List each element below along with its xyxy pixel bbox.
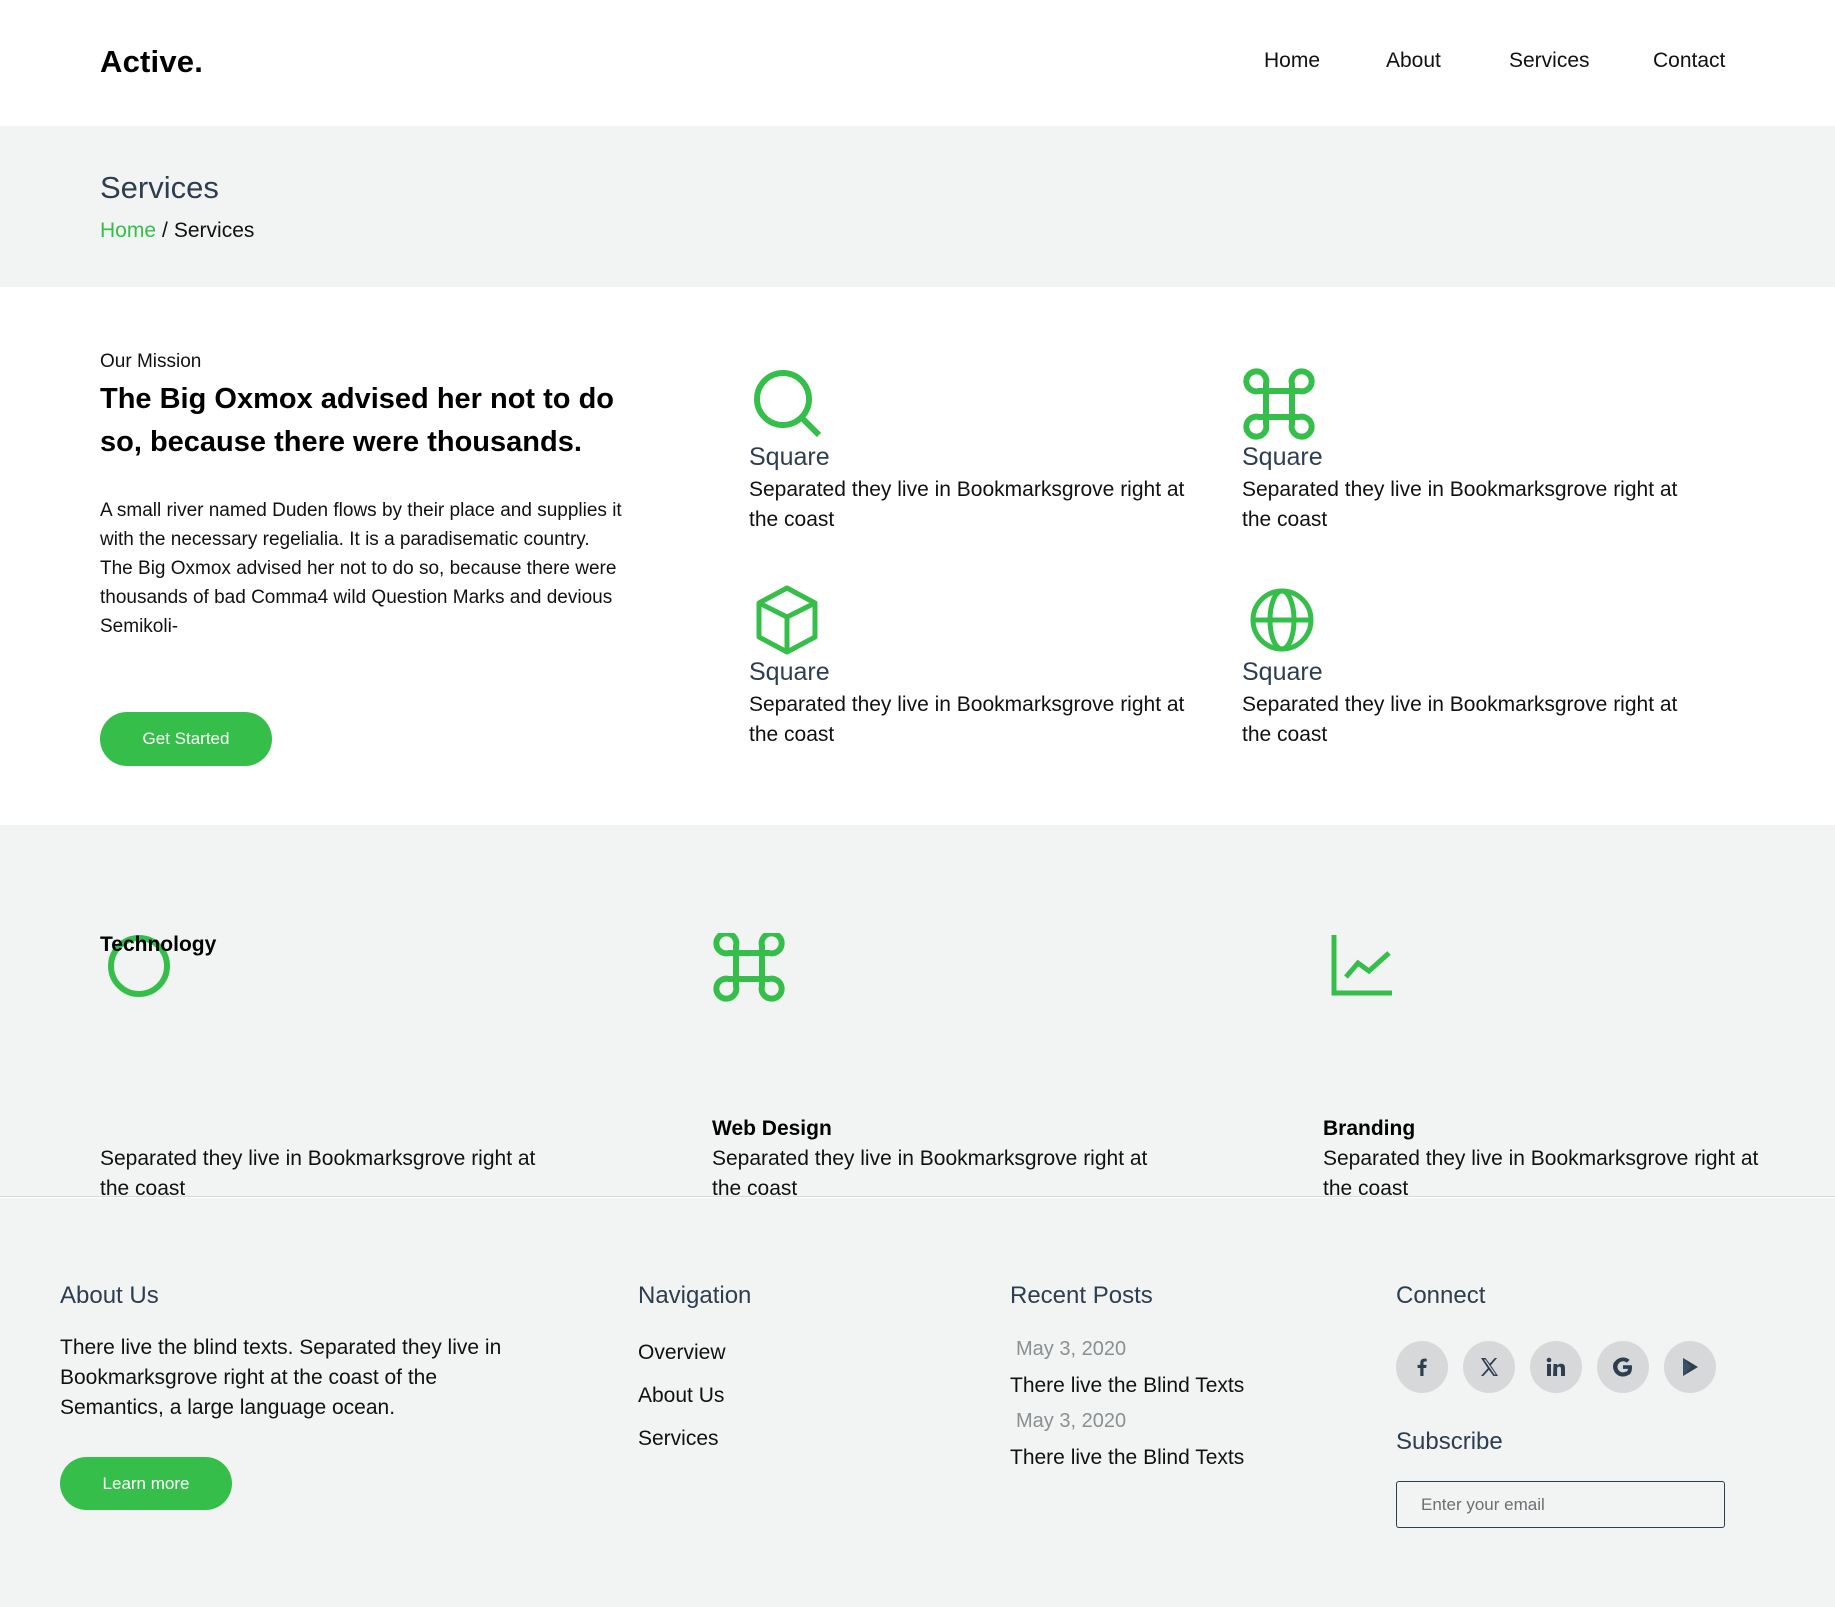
get-started-button[interactable]: Get Started: [100, 712, 272, 766]
nav-about[interactable]: About: [1386, 49, 1441, 73]
post-date: May 3, 2020: [1016, 1410, 1127, 1432]
feature-text: Separated they live in Bookmarksgrove ri…: [1242, 478, 1678, 531]
globe-icon: [1250, 588, 1314, 652]
mission-body: A small river named Duden flows by their…: [100, 496, 645, 641]
service-text: Separated they live in Bookmarksgrove ri…: [100, 1147, 536, 1200]
social-links: [1396, 1341, 1736, 1393]
mission-paragraph-2: The Big Oxmox advised her not to do so, …: [100, 558, 617, 637]
page-title: Services: [100, 170, 219, 205]
service-title: Branding: [1323, 1117, 1416, 1140]
breadcrumb: Home / Services: [100, 219, 254, 243]
email-field[interactable]: [1396, 1481, 1725, 1528]
feature-title: Square: [749, 658, 830, 686]
feature-text: Separated they live in Bookmarksgrove ri…: [1242, 693, 1678, 746]
site-footer: About Us There live the blind texts. Sep…: [0, 1198, 1835, 1607]
footer-subscribe-title: Subscribe: [1396, 1428, 1503, 1455]
site-logo[interactable]: Active.: [100, 44, 203, 80]
service-text: Separated they live in Bookmarksgrove ri…: [712, 1147, 1148, 1200]
nav-home[interactable]: Home: [1264, 49, 1320, 73]
post-date: May 3, 2020: [1016, 1338, 1127, 1360]
breadcrumb-home[interactable]: Home: [100, 219, 156, 242]
feature-title: Square: [749, 443, 830, 471]
site-header: Active. Home About Services Contact: [0, 0, 1835, 126]
command-icon: [713, 933, 785, 1002]
services-band: Technology Separated they live in Bookma…: [0, 825, 1835, 1200]
nav-services[interactable]: Services: [1509, 49, 1590, 73]
mission-section: Our Mission The Big Oxmox advised her no…: [0, 287, 1835, 825]
footer-navigation-title: Navigation: [638, 1282, 752, 1309]
box-icon: [756, 585, 818, 655]
service-title: Technology: [100, 933, 217, 956]
footer-nav-overview[interactable]: Overview: [638, 1338, 726, 1381]
footer-nav-services[interactable]: Services: [638, 1424, 726, 1467]
footer-navigation-list: Overview About Us Services: [638, 1338, 726, 1467]
feature-title: Square: [1242, 658, 1323, 686]
service-title: Web Design: [712, 1117, 832, 1140]
breadcrumb-separator: /: [162, 219, 168, 242]
chart-line-icon: [1331, 935, 1392, 996]
x-twitter-icon[interactable]: [1463, 1341, 1515, 1393]
nav-contact[interactable]: Contact: [1653, 49, 1725, 73]
page-title-band: Services Home / Services: [0, 126, 1835, 287]
feature-text: Separated they live in Bookmarksgrove ri…: [749, 693, 1185, 746]
feature-title: Square: [1242, 443, 1323, 471]
footer-nav-about-us[interactable]: About Us: [638, 1381, 726, 1424]
mission-headline: The Big Oxmox advised her not to do so, …: [100, 383, 614, 458]
footer-recent-posts-title: Recent Posts: [1010, 1282, 1153, 1309]
linkedin-icon[interactable]: [1530, 1341, 1582, 1393]
footer-about-title: About Us: [60, 1282, 159, 1309]
search-icon: [754, 370, 822, 438]
breadcrumb-current: Services: [173, 219, 255, 242]
mission-paragraph-1: A small river named Duden flows by their…: [100, 500, 622, 550]
feature-text: Separated they live in Bookmarksgrove ri…: [749, 478, 1185, 531]
learn-more-button[interactable]: Learn more: [60, 1457, 232, 1510]
google-icon[interactable]: [1597, 1341, 1649, 1393]
play-icon[interactable]: [1664, 1341, 1716, 1393]
command-icon: [1243, 368, 1315, 440]
mission-eyebrow: Our Mission: [100, 351, 202, 372]
facebook-icon[interactable]: [1396, 1341, 1448, 1393]
post-title[interactable]: There live the Blind Texts: [1010, 1446, 1244, 1470]
footer-connect-title: Connect: [1396, 1282, 1486, 1309]
footer-about-text: There live the blind texts. Separated th…: [60, 1336, 502, 1419]
post-title[interactable]: There live the Blind Texts: [1010, 1374, 1244, 1398]
service-text: Separated they live in Bookmarksgrove ri…: [1323, 1147, 1759, 1200]
